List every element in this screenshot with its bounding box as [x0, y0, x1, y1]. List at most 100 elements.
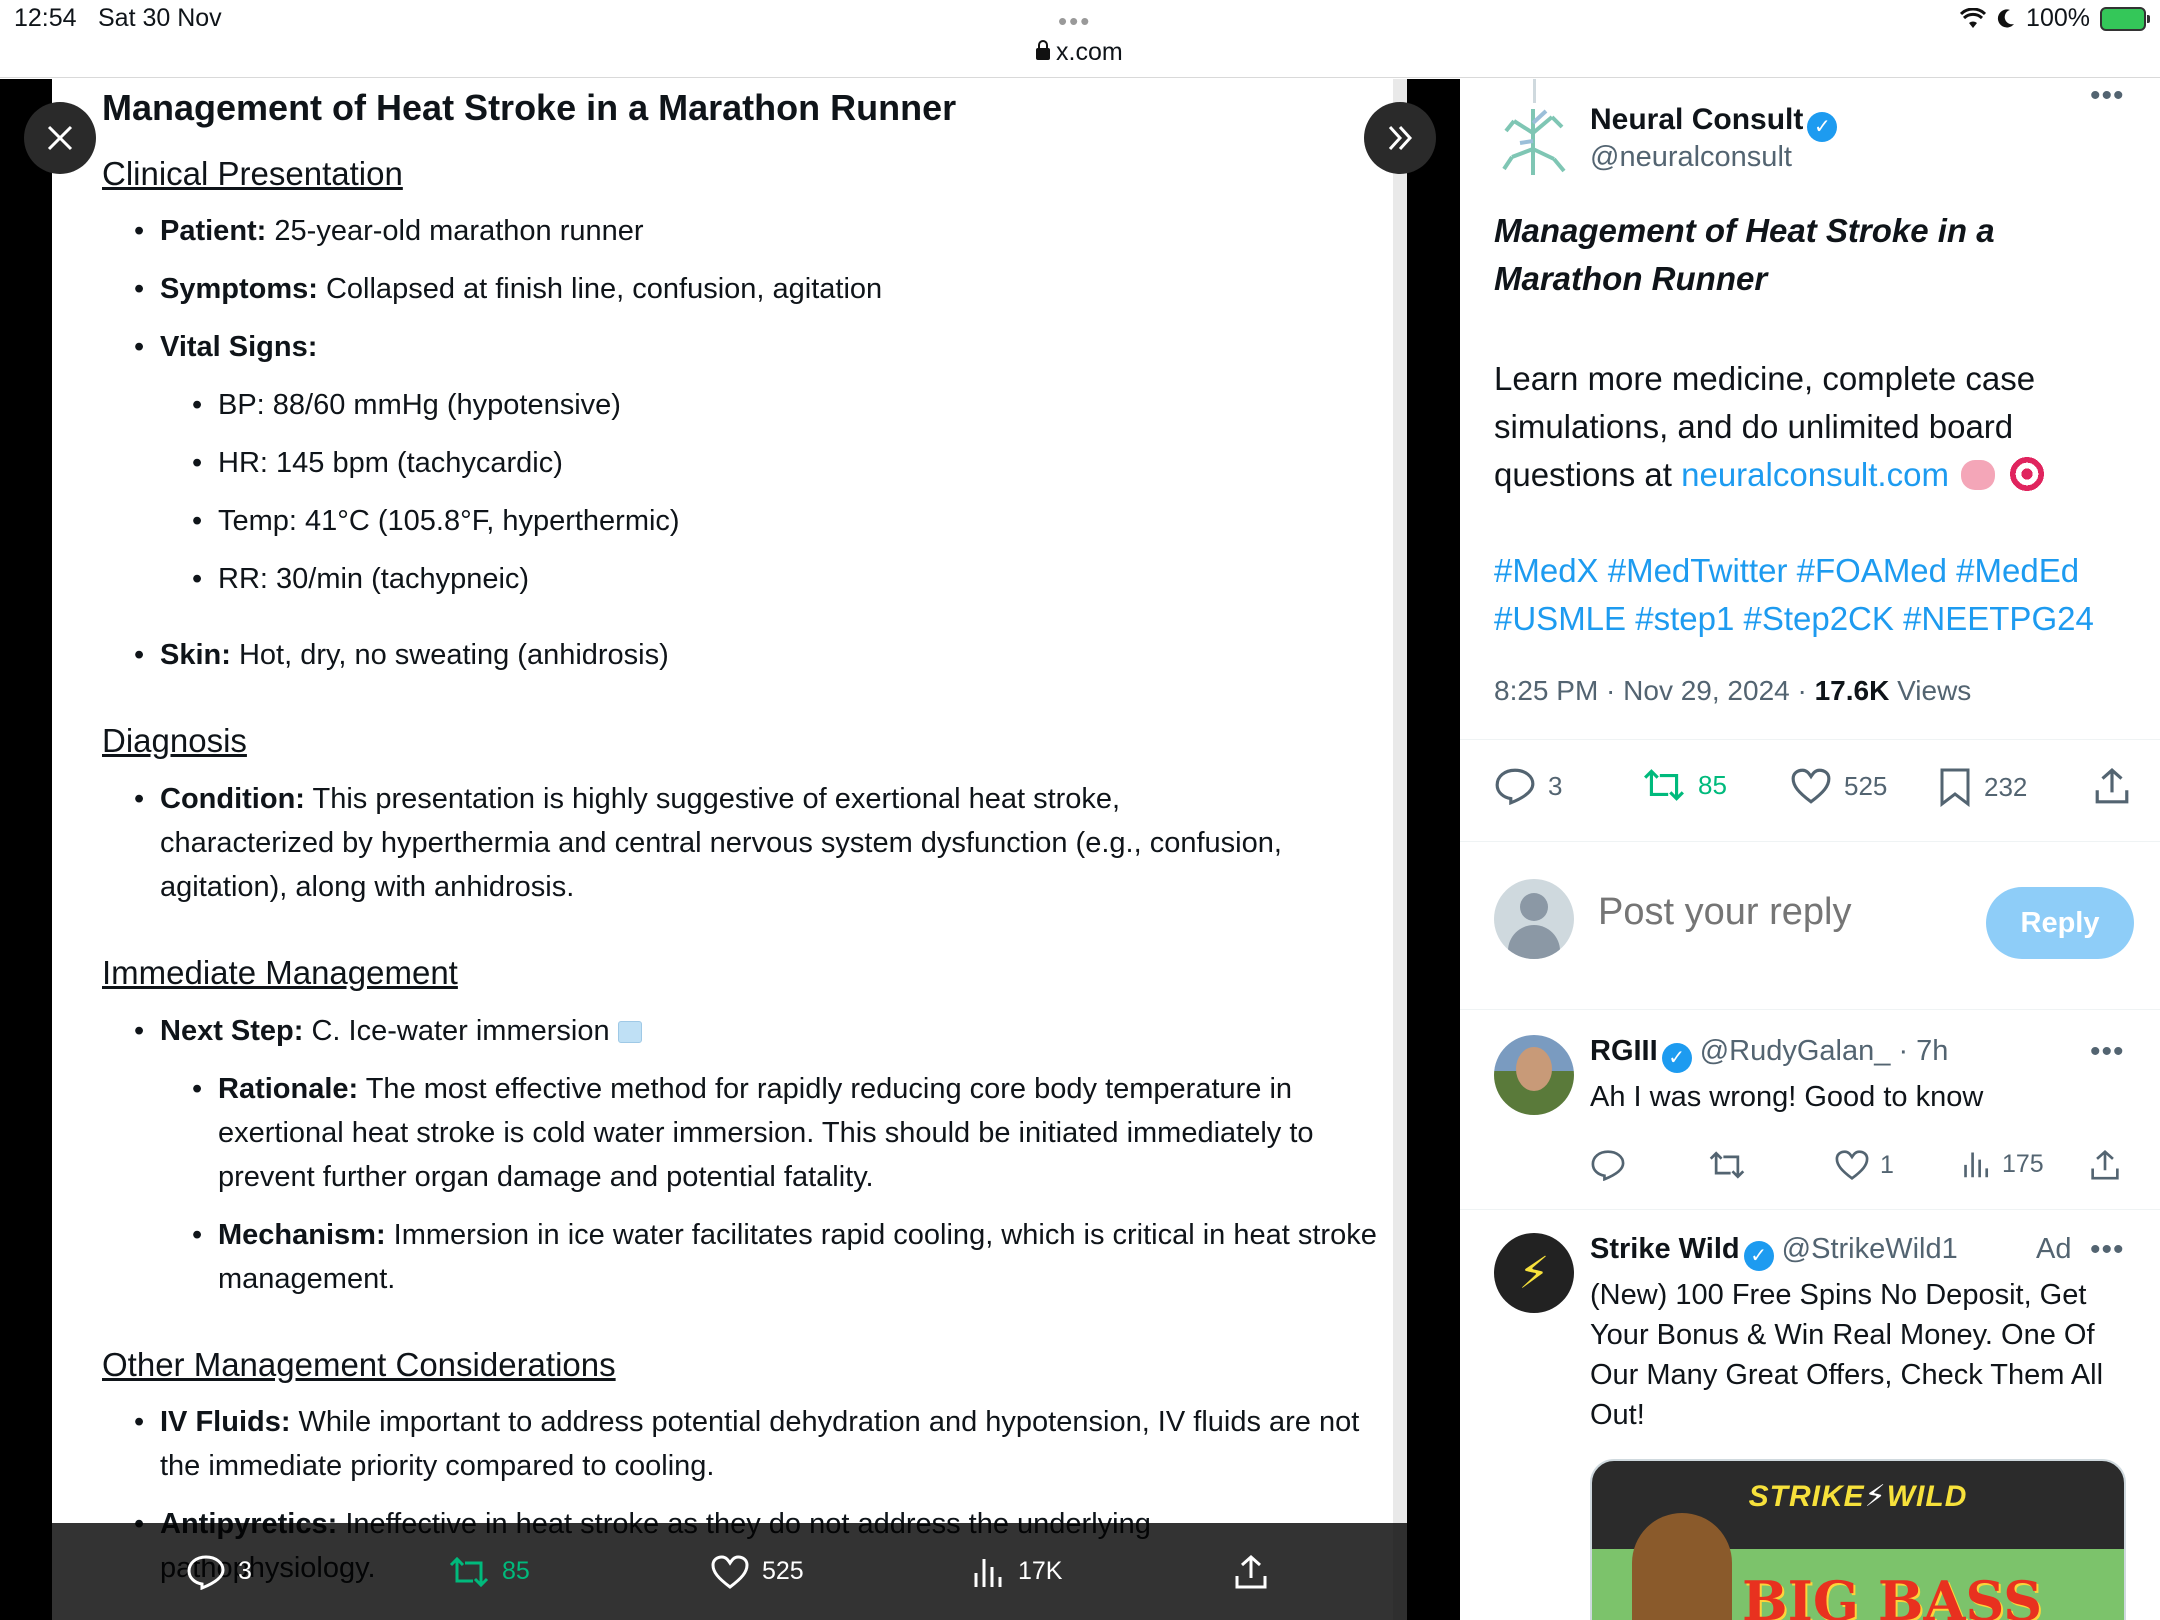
double-chevron-right-icon — [1388, 125, 1413, 151]
viewer-reply-button[interactable]: 3 — [186, 1554, 252, 1590]
comment-actions: 1 175 — [1590, 1149, 2130, 1189]
reply-submit-button[interactable]: Reply — [1986, 887, 2134, 959]
list-item: Symptoms: Collapsed at finish line, conf… — [102, 267, 1407, 311]
heart-icon — [711, 1554, 749, 1589]
expand-panel-button[interactable] — [1364, 102, 1436, 174]
brain-emoji-icon — [1960, 460, 1995, 490]
target-emoji-icon — [2006, 454, 2047, 494]
ad-label: Ad — [2036, 1233, 2072, 1265]
thread-line — [1533, 79, 1536, 103]
reply-icon — [1495, 768, 1535, 805]
user-avatar — [1494, 879, 1574, 959]
diagnosis-list: Condition: This presentation is highly s… — [102, 777, 1407, 909]
comment-share-button[interactable] — [2090, 1149, 2120, 1181]
section-heading-immediate: Immediate Management — [102, 953, 458, 991]
date: Sat 30 Nov — [98, 4, 222, 32]
comment-header: RGIII ✓ @RudyGalan_ · 7h — [1590, 1035, 1948, 1073]
url-text: x.com — [1056, 38, 1123, 66]
list-item: Patient: 25-year-old marathon runner — [102, 209, 1407, 253]
list-item: Next Step: C. Ice-water immersion — [102, 1009, 1407, 1053]
lock-icon — [1036, 40, 1050, 60]
status-bar: 12:54 Sat 30 Nov ••• x.com 100% — [0, 0, 2160, 78]
share-icon — [1235, 1554, 1267, 1588]
vital-item: HR: 145 bpm (tachycardic) — [102, 441, 1407, 485]
comment-like-button[interactable]: 1 — [1834, 1149, 1894, 1181]
list-item: IV Fluids: While important to address po… — [102, 1400, 1372, 1488]
repost-button[interactable]: 85 — [1642, 767, 1727, 803]
verified-badge-icon: ✓ — [1807, 112, 1838, 142]
reply-icon — [187, 1554, 225, 1590]
status-icons: 100% — [1960, 4, 2150, 33]
immediate-list: Next Step: C. Ice-water immersion Ration… — [102, 1009, 1407, 1301]
comment-reply-button[interactable] — [1590, 1149, 1626, 1181]
reply-composer: Reply — [1494, 879, 2134, 959]
document-scrollbar — [1393, 79, 1407, 1620]
viewer-action-bar: 3 85 525 17K — [0, 1523, 1460, 1620]
reply-comment[interactable]: RGIII ✓ @RudyGalan_ · 7h ••• Ah I was wro… — [1460, 1035, 2160, 1253]
commenter-avatar[interactable] — [1494, 1035, 1574, 1115]
section-heading-clinical: Clinical Presentation — [102, 154, 403, 192]
list-item: Vital Signs: — [102, 325, 1407, 369]
tweet-meta: 8:25 PM · Nov 29, 2024 · 17.6K Views — [1494, 675, 1972, 706]
repost-icon — [1644, 769, 1684, 801]
share-icon — [2095, 768, 2129, 804]
more-options-icon[interactable]: ••• — [2090, 79, 2125, 113]
bar-chart-icon — [1964, 1152, 1989, 1178]
share-icon — [2091, 1149, 2119, 1180]
media-viewer: Management of Heat Stroke in a Marathon … — [0, 79, 1460, 1620]
big-bass-logo: BIG BASS — [1742, 1569, 2043, 1620]
vital-item: BP: 88/60 mmHg (hypotensive) — [102, 383, 1407, 427]
clock: 12:54 — [14, 4, 77, 32]
ad-text: (New) 100 Free Spins No Deposit, Get You… — [1590, 1279, 2104, 1431]
bookmark-icon — [1940, 768, 1970, 807]
list-item: Rationale: The most effective method for… — [102, 1067, 1382, 1199]
bookmark-button[interactable]: 232 — [1938, 767, 2027, 807]
multitasking-dots-icon[interactable]: ••• — [1058, 6, 1091, 37]
viewer-repost-button[interactable]: 85 — [448, 1555, 530, 1589]
ice-cube-icon — [617, 1020, 642, 1043]
wifi-icon — [1960, 7, 1987, 28]
viewer-share-button[interactable] — [1234, 1554, 1268, 1590]
vital-item: Temp: 41°C (105.8°F, hyperthermic) — [102, 499, 1407, 543]
author-handle[interactable]: @neuralconsult — [1590, 141, 1792, 174]
comment-views-button[interactable]: 175 — [1962, 1149, 2044, 1179]
comment-text: Ah I was wrong! Good to know — [1590, 1081, 1984, 1113]
bar-chart-icon — [974, 1558, 1002, 1587]
reply-button[interactable]: 3 — [1494, 767, 1562, 805]
post-detail-panel: Neural Consult ✓ @neuralconsult ••• Manag… — [1460, 79, 2160, 1620]
section-heading-other: Other Management Considerations — [102, 1345, 616, 1383]
vital-item: RR: 30/min (tachypneic) — [102, 557, 1407, 601]
share-button[interactable] — [2094, 767, 2130, 805]
strike-wild-logo: STRIKE⚡WILD — [1748, 1480, 1968, 1513]
author-name[interactable]: Neural Consult ✓ — [1590, 103, 1838, 142]
comment-header: Strike Wild ✓ @StrikeWild1 — [1590, 1233, 1958, 1271]
like-button[interactable]: 525 — [1790, 767, 1887, 805]
verified-badge-icon: ✓ — [1743, 1241, 1774, 1271]
moon-icon — [1997, 8, 2015, 27]
website-link[interactable]: neuralconsult.com — [1681, 456, 1949, 493]
heart-icon — [1791, 768, 1831, 804]
fisherman-image — [1632, 1513, 1732, 1620]
battery-percent: 100% — [2026, 4, 2090, 32]
reply-input[interactable] — [1598, 891, 1958, 934]
promoted-post[interactable]: ⚡ Strike Wild ✓ @StrikeWild1 Ad ••• (New)… — [1460, 1233, 2160, 1620]
advertiser-avatar[interactable]: ⚡ — [1494, 1233, 1574, 1313]
battery-icon — [2100, 6, 2150, 31]
reply-icon — [1591, 1150, 1625, 1181]
clinical-list: Patient: 25-year-old marathon runner Sym… — [102, 209, 1407, 677]
ad-media-card[interactable]: STRIKE⚡WILD BIG BASS — [1590, 1459, 2126, 1620]
neural-consult-avatar[interactable] — [1494, 103, 1572, 181]
close-viewer-button[interactable] — [24, 102, 96, 174]
viewer-like-button[interactable]: 525 — [710, 1554, 804, 1590]
tweet-title: Management of Heat Stroke in a Marathon … — [1494, 212, 1995, 297]
document-image: Management of Heat Stroke in a Marathon … — [52, 79, 1407, 1620]
more-options-icon[interactable]: ••• — [2090, 1035, 2125, 1069]
repost-icon — [449, 1556, 489, 1587]
address-bar[interactable]: x.com — [1036, 38, 1123, 67]
list-item: Skin: Hot, dry, no sweating (anhidrosis) — [102, 633, 1407, 677]
hashtags[interactable]: #MedX #MedTwitter #FOAMed #MedEd #USMLE … — [1494, 547, 2144, 643]
more-options-icon[interactable]: ••• — [2090, 1233, 2125, 1267]
viewer-views-button[interactable]: 17K — [972, 1555, 1062, 1589]
comment-repost-button[interactable] — [1708, 1149, 1746, 1181]
section-heading-diagnosis: Diagnosis — [102, 722, 247, 760]
